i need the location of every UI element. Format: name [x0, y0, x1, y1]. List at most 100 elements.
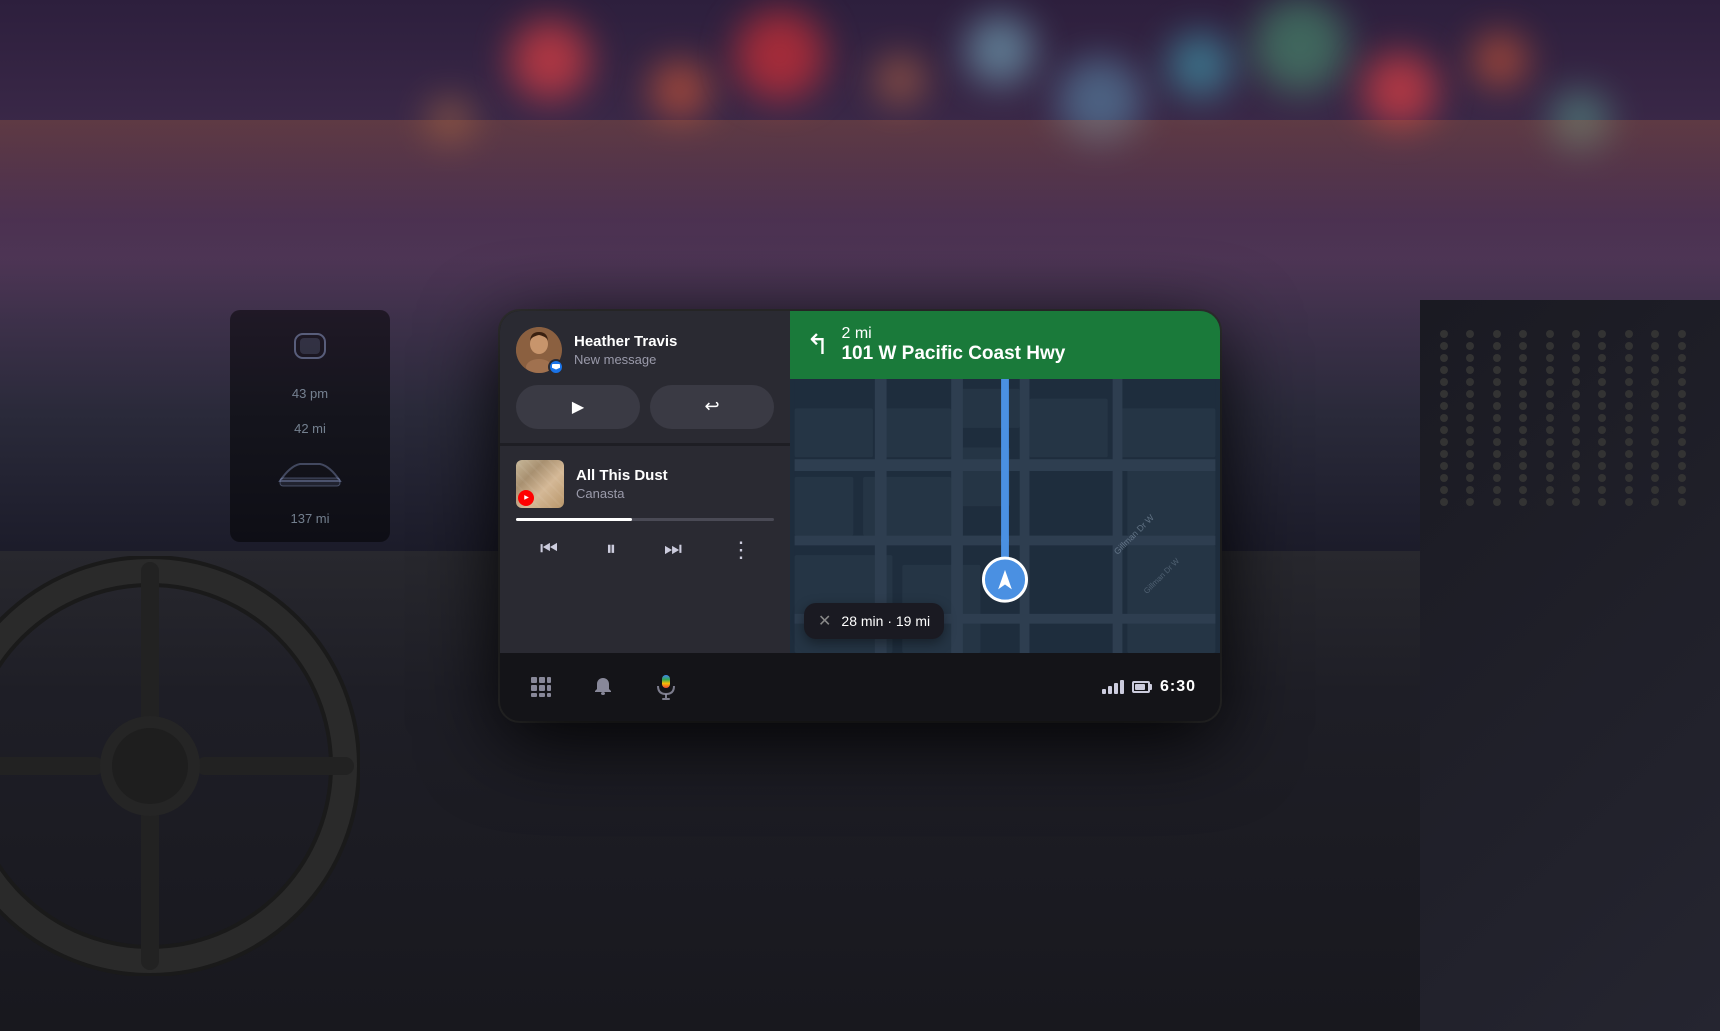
background-scene: 43 pm 42 mi 137 mi	[0, 0, 1720, 1031]
vent-dot	[1519, 438, 1527, 446]
vent-dot	[1651, 426, 1659, 434]
vent-dot	[1493, 462, 1501, 470]
turn-arrow-icon: ↰	[806, 328, 829, 361]
bokeh-light	[1253, 0, 1348, 93]
vent-dot	[1625, 474, 1633, 482]
vent-dot	[1546, 342, 1554, 350]
vent-dot	[1546, 426, 1554, 434]
eta-close-button[interactable]: ✕	[818, 611, 831, 631]
vent-dot	[1651, 486, 1659, 494]
vent-dot	[1678, 378, 1686, 386]
vent-grille	[1420, 300, 1720, 536]
vent-dot	[1440, 390, 1448, 398]
pause-button[interactable]: ⏸	[600, 532, 622, 567]
play-button[interactable]: ▶	[516, 385, 640, 429]
vent-dot	[1572, 486, 1580, 494]
album-art	[516, 460, 564, 508]
vent-dot	[1546, 450, 1554, 458]
vent-dot	[1519, 486, 1527, 494]
eta-text: 28 min · 19 mi	[841, 613, 930, 629]
vent-dot	[1625, 330, 1633, 338]
signal-icon	[1102, 680, 1124, 694]
vent-dot	[1572, 354, 1580, 362]
message-card: Heather Travis New message ▶ ↩	[500, 311, 790, 443]
vent-dot	[1493, 342, 1501, 350]
vent-dot	[1493, 426, 1501, 434]
vent-dot	[1678, 426, 1686, 434]
vent-dot	[1519, 354, 1527, 362]
vent-dot	[1466, 450, 1474, 458]
vent-dot	[1572, 366, 1580, 374]
vent-dot	[1625, 366, 1633, 374]
music-progress-bar[interactable]	[516, 518, 774, 521]
vent-dot	[1546, 354, 1554, 362]
vent-dot	[1440, 342, 1448, 350]
vent-dot	[1546, 390, 1554, 398]
reply-icon: ↩	[704, 396, 719, 417]
vent-dot	[1625, 426, 1633, 434]
vent-dot	[1519, 402, 1527, 410]
vent-dot	[1466, 462, 1474, 470]
vent-dot	[1440, 486, 1448, 494]
vent-dot	[1466, 438, 1474, 446]
vent-dot	[1572, 378, 1580, 386]
vent-dot	[1546, 474, 1554, 482]
vent-dot	[1651, 474, 1659, 482]
more-options-button[interactable]: ⋮	[724, 531, 756, 569]
vent-dot	[1493, 474, 1501, 482]
bokeh-light	[1168, 33, 1233, 98]
vent-dot	[1651, 342, 1659, 350]
battery-icon	[1132, 681, 1152, 693]
vent-dot	[1493, 438, 1501, 446]
vent-dot	[1651, 354, 1659, 362]
vent-dot	[1466, 402, 1474, 410]
vent-dot	[1625, 462, 1633, 470]
vent-dot	[1440, 378, 1448, 386]
vent-dot	[1598, 450, 1606, 458]
youtube-music-badge	[518, 490, 534, 506]
vent-dot	[1466, 378, 1474, 386]
cluster-speed1: 43 pm	[292, 386, 328, 401]
map-canvas: Gillman Dr W Gillman Dr W	[790, 379, 1220, 653]
vent-dot	[1598, 426, 1606, 434]
notifications-button[interactable]	[586, 670, 620, 704]
music-controls: ⏮ ⏸ ⏭ ⋮	[516, 531, 774, 569]
vent-dot	[1651, 390, 1659, 398]
prev-track-button[interactable]: ⏮	[534, 532, 564, 567]
vent-dot	[1440, 366, 1448, 374]
nav-banner: ↰ 2 mi 101 W Pacific Coast Hwy	[790, 311, 1220, 379]
vent-dot	[1440, 462, 1448, 470]
vent-dot	[1493, 414, 1501, 422]
apps-icon	[530, 676, 552, 698]
bottom-nav: 6:30	[500, 653, 1220, 721]
vent-dot	[1598, 486, 1606, 494]
vent-dot	[1572, 402, 1580, 410]
vent-dot	[1546, 498, 1554, 506]
vent-dot	[1651, 330, 1659, 338]
vent-dot	[1678, 342, 1686, 350]
vent-dot	[1466, 390, 1474, 398]
vent-dot	[1519, 366, 1527, 374]
vent-dot	[1678, 450, 1686, 458]
vent-dot	[1598, 474, 1606, 482]
vent-dot	[1493, 450, 1501, 458]
pause-icon: ⏸	[606, 538, 616, 561]
vent-dot	[1572, 474, 1580, 482]
vent-dot	[1572, 450, 1580, 458]
vent-dot	[1493, 390, 1501, 398]
vent-dot	[1519, 462, 1527, 470]
vent-dot	[1625, 354, 1633, 362]
vent-dot	[1598, 354, 1606, 362]
microphone-button[interactable]	[648, 668, 684, 706]
apps-button[interactable]	[524, 670, 558, 704]
reply-button[interactable]: ↩	[650, 385, 774, 429]
vent-dot	[1466, 498, 1474, 506]
avatar-container	[516, 327, 562, 373]
vent-dot	[1625, 402, 1633, 410]
vent-dot	[1572, 342, 1580, 350]
vent-dot	[1572, 426, 1580, 434]
vent-dot	[1440, 474, 1448, 482]
next-track-button[interactable]: ⏭	[658, 532, 688, 567]
vent-dot	[1466, 474, 1474, 482]
cluster-distance: 137 mi	[290, 511, 329, 526]
